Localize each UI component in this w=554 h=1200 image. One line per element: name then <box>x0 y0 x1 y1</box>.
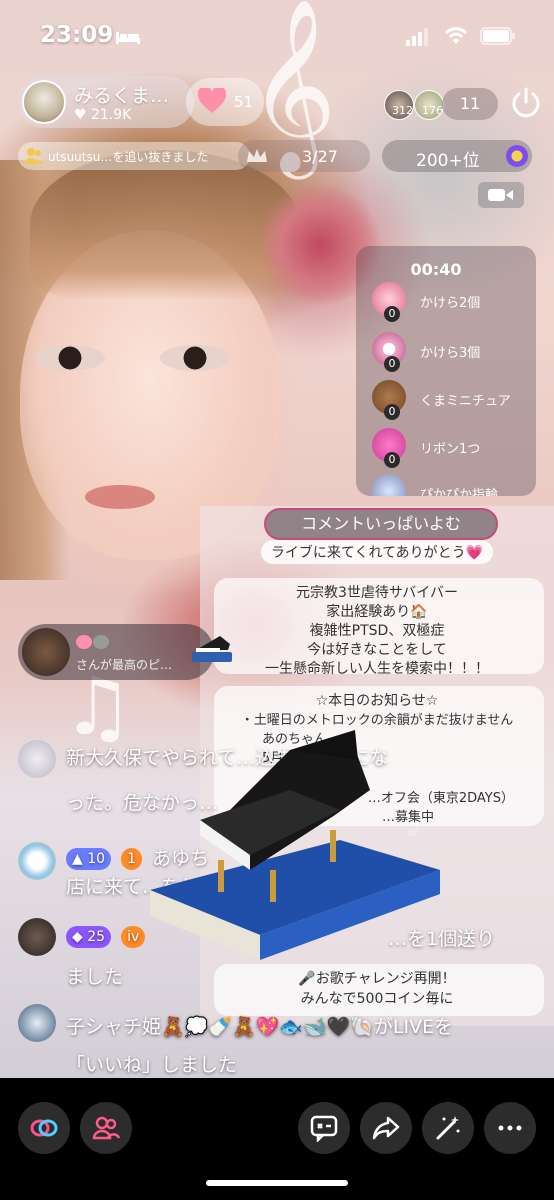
ranking-notice[interactable]: utsuutsu…を追い抜きました <box>18 142 250 170</box>
rank-badge-icon <box>506 145 528 167</box>
gift-name: かけら2個 <box>420 296 481 311</box>
heart-icon <box>198 88 226 113</box>
chat-text: ました <box>66 966 124 988</box>
more-options-button[interactable] <box>484 1102 536 1154</box>
board-profile-line: 今は好きなことをして <box>307 642 447 658</box>
host-profile-chip[interactable]: みるくま… ♥ 21.9K <box>18 76 194 128</box>
sender-avatar <box>22 628 70 676</box>
magic-wand-icon <box>436 1116 460 1140</box>
streamer-mouth <box>85 485 155 509</box>
gift-name: ぴかぴか指輪 <box>420 488 499 496</box>
gift-item[interactable]: 0 かけら3個 <box>370 332 536 372</box>
close-live-icon[interactable] <box>508 85 544 121</box>
gift-item[interactable]: 0 くまミニチュア <box>370 380 536 420</box>
notice-text: utsuutsu…を追い抜きました <box>48 150 209 164</box>
fan-badge: 1 <box>121 847 143 870</box>
grand-piano-gift-animation <box>150 730 440 960</box>
board-notice-title: ☆本日のお知らせ☆ <box>315 693 439 709</box>
level-badge: ◆ 25 <box>66 925 112 948</box>
streamer-eye <box>160 345 230 371</box>
board-greeting: ライブに来てくれてありがとう💗 <box>260 540 494 564</box>
gift-item[interactable]: ぴかぴか指輪 <box>370 474 536 496</box>
viewer-coins: 176 <box>422 104 443 117</box>
board-profile-line: 一生懸命新しい人生を模索中！！！ <box>265 661 489 677</box>
gift-count: 0 <box>384 306 400 322</box>
board-greeting-row: ライブに来てくれてありがとう💗 <box>200 540 554 564</box>
gift-name: リボン1つ <box>420 442 481 457</box>
ring-icon <box>372 474 406 496</box>
chat-username[interactable]: 子シャチ姫🧸💭🍼🧸💖🐟🐋🖤🐚がLIVEを <box>66 1012 453 1039</box>
gift-count: 0 <box>384 356 400 372</box>
gift-name: くまミニチュア <box>420 394 511 409</box>
chat-text: 「いいね」しました <box>66 1054 238 1076</box>
rank-text: 200+位 <box>416 151 480 171</box>
chat-avatar[interactable] <box>18 1004 56 1042</box>
gift-toast[interactable]: さんが最高のピ… <box>18 624 214 680</box>
effects-button[interactable] <box>422 1102 474 1154</box>
message-settings-icon <box>310 1115 338 1142</box>
host-name: みるくま… <box>74 85 170 107</box>
people-icon <box>24 148 44 164</box>
collab-button[interactable] <box>18 1102 70 1154</box>
multi-guest-button[interactable] <box>80 1102 132 1154</box>
board-challenge-line: 🎤お歌チャレンジ再開！ <box>298 971 456 987</box>
gift-item[interactable]: 0 リボン1つ <box>370 428 536 468</box>
board-profile-line: 複雑性PTSD、双極症 <box>309 623 445 639</box>
hourly-rank[interactable]: 200+位 <box>382 140 532 172</box>
streamer-eye <box>35 345 105 371</box>
status-time: 23:09 <box>40 22 114 48</box>
share-button[interactable] <box>360 1102 412 1154</box>
board-title: コメントいっぱいよむ <box>264 508 498 540</box>
more-dots-icon <box>498 1125 522 1131</box>
share-arrow-icon <box>372 1116 400 1140</box>
sleep-focus-icon <box>116 32 140 44</box>
goal-progress[interactable]: 3/27 <box>238 140 370 172</box>
video-camera-icon <box>488 189 513 201</box>
link-rings-icon <box>30 1119 58 1137</box>
gift-count: 0 <box>384 404 400 420</box>
follow-button[interactable]: 51 <box>186 78 264 126</box>
gift-timer: 00:40 <box>410 260 462 279</box>
toast-text: さんが最高のピ… <box>76 658 173 672</box>
chat-avatar[interactable] <box>18 740 56 778</box>
viewer-coins: 312 <box>392 104 413 117</box>
board-profile-line: 家出経験あり🏠 <box>326 604 428 620</box>
board-profile-line: 元宗教3世虐待サバイバー <box>295 585 459 601</box>
gift-count: 0 <box>384 452 400 468</box>
home-indicator[interactable] <box>206 1180 348 1186</box>
video-toggle[interactable] <box>478 182 524 208</box>
cellular-signal-icon <box>406 28 428 46</box>
progress-text: 3/27 <box>302 147 338 166</box>
status-bar: 23:09 <box>0 0 554 70</box>
wifi-icon <box>444 27 468 44</box>
level-badge: ▲ 10 <box>66 847 112 870</box>
gift-item[interactable]: 0 かけら2個 <box>370 282 536 322</box>
chat-header: ◆ 25 iv <box>66 918 149 954</box>
gift-wishlist-panel[interactable]: 00:40 0 かけら2個 0 かけら3個 0 くまミニチュア 0 リボン1つ … <box>356 246 536 496</box>
grand-piano-small-icon <box>192 636 232 662</box>
battery-icon <box>480 27 515 45</box>
people-icon <box>92 1116 120 1140</box>
board-challenge-line: みんなで500コイン毎に <box>300 991 454 1007</box>
host-likes: ♥ 21.9K <box>74 107 132 123</box>
follow-count: 51 <box>234 93 254 111</box>
chat-avatar[interactable] <box>18 842 56 880</box>
pig-icon <box>76 635 109 649</box>
chat-avatar[interactable] <box>18 918 56 956</box>
viewer-count[interactable]: 11 <box>442 88 498 120</box>
crown-icon <box>247 149 267 162</box>
host-avatar[interactable] <box>22 80 66 124</box>
gift-name: かけら3個 <box>420 346 481 361</box>
comment-settings-button[interactable] <box>298 1102 350 1154</box>
